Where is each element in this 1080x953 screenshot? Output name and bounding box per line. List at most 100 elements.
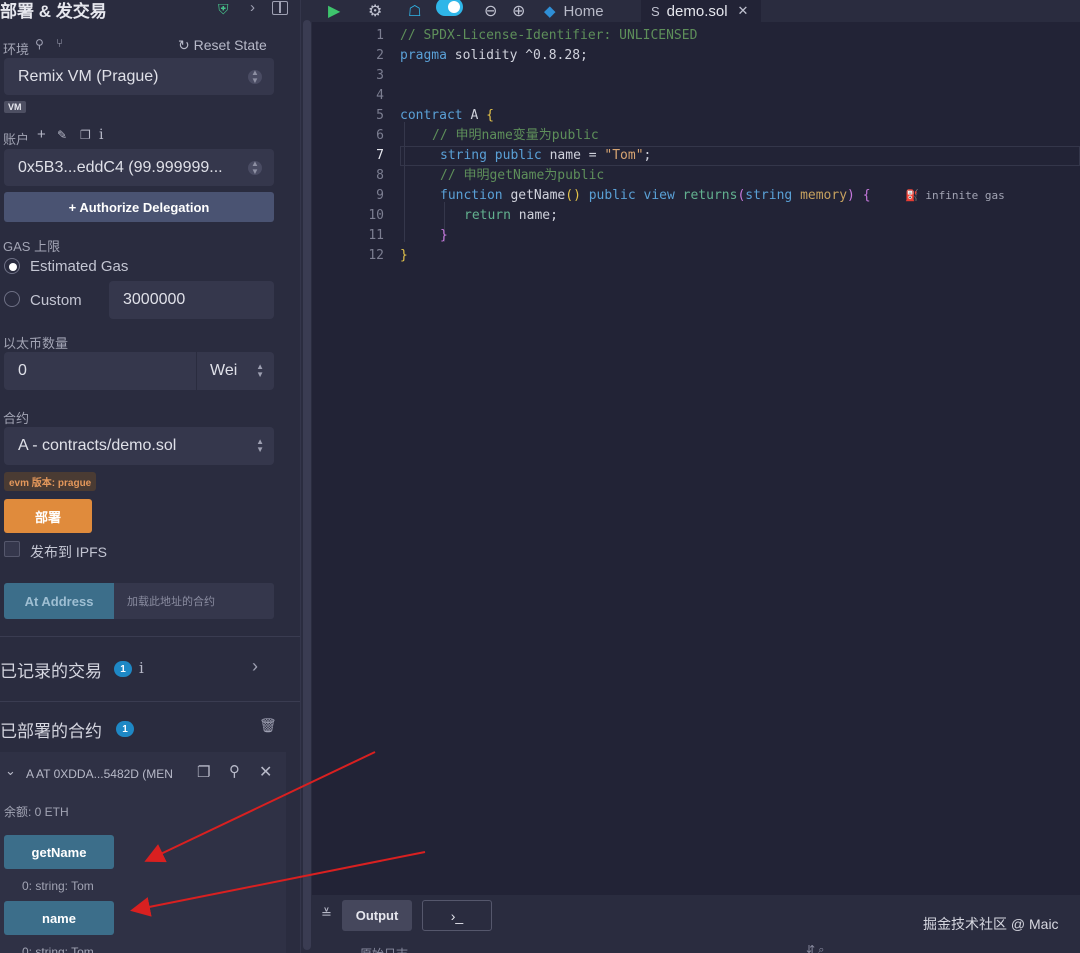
line-number: 8 [376,168,384,183]
at-address-input[interactable]: 加载此地址的合约 [114,583,274,619]
code-paren: ) [847,188,855,203]
environment-label: 环境 [3,42,30,57]
code-text: A [462,108,487,123]
tab-home[interactable]: ◆ Home [544,0,644,22]
code-line-10: return name; [464,206,558,226]
plug-icon[interactable]: ⚲ [35,37,44,51]
value-label: 以太币数量 [3,336,69,351]
deployed-count-badge: 1 [116,721,134,737]
account-select[interactable]: 0x5B3...eddC4 (99.999999... ▲ ▼ [4,149,274,186]
contract-value: A - contracts/demo.sol [18,437,177,454]
value-unit-select[interactable]: Wei ▲ ▼ [196,352,274,390]
code-comment: // 申明getName为public [440,168,605,183]
copy-icon[interactable]: ❐ [80,128,91,142]
deploy-button[interactable]: 部署 [4,499,92,533]
recorded-transactions-header[interactable]: 已记录的交易 1 i › [0,656,300,681]
editor-tab-bar: ▶ ⚙ ☖ ⊖ ⊕ ◆ Home S demo.sol ✕ [312,0,1080,22]
chevron-right-icon[interactable]: › [252,656,258,677]
chevron-right-icon[interactable]: › [250,0,255,16]
fork-icon[interactable]: ⑂ [56,36,63,50]
run-icon[interactable]: ▶ [328,0,340,22]
getname-button[interactable]: getName [4,835,114,869]
code-line-12: } [400,246,408,266]
publish-ipfs-checkbox[interactable] [4,541,20,557]
select-arrow-icon: ▲ ▼ [248,159,262,175]
code-line-6: // 申明name变量为public [432,126,599,146]
line-number: 10 [368,208,384,223]
code-editor[interactable]: 1 2 3 4 5 6 7 8 9 10 11 12 // SPDX-License-Identifi… [312,22,1080,895]
name-button[interactable]: name [4,901,114,935]
watermark: 掘金技术社区 @ Maic [923,916,1059,932]
contract-instance: ⌄ A AT 0XDDA...5482D (MEN ❐ ⚲ ✕ 余额: 0 ET… [0,752,286,953]
line-number: 7 [376,148,384,163]
contract-select[interactable]: A - contracts/demo.sol ▲ ▼ [4,427,274,465]
code-keyword: function [440,188,503,203]
info-icon[interactable]: i [99,127,103,143]
estimated-gas-radio[interactable] [4,258,20,274]
contract-label: 合约 [3,411,30,426]
custom-gas-radio[interactable] [4,291,20,307]
gas-pump-icon: ⛽ [905,189,926,202]
reset-state-button[interactable]: ↻ Reset State [178,37,267,54]
edit-icon[interactable]: ✎ [57,128,67,142]
info-icon[interactable]: i [139,659,144,677]
chevron-down-icon[interactable]: ⌄ [5,763,16,779]
zoom-in-icon[interactable]: ⊕ [512,0,525,22]
tab-demo-sol[interactable]: S demo.sol ✕ [641,0,761,22]
custom-gas-input[interactable]: 3000000 [109,281,274,319]
terminal-tab[interactable]: ›_ [422,900,492,931]
scrollbar-thumb[interactable] [303,20,311,950]
line-number: 2 [376,48,384,63]
environment-select[interactable]: Remix VM (Prague) ▲ ▼ [4,58,274,95]
zoom-out-icon[interactable]: ⊖ [484,0,497,22]
code-keyword: returns [682,188,738,203]
reset-state-label: Reset State [193,37,267,53]
bot-icon[interactable]: ☖ [408,0,421,22]
shield-icon[interactable]: ⛨ [218,1,229,18]
code-paren: () [565,188,581,203]
collapse-terminal-icon[interactable]: ≚ [321,906,332,922]
authorize-delegation-button[interactable]: + Authorize Delegation [4,192,274,222]
output-tab[interactable]: Output [342,900,412,931]
panel-layout-icon[interactable] [272,1,288,15]
refresh-icon: ↻ [178,37,194,53]
close-tab-icon[interactable]: ✕ [738,3,749,19]
code-keyword: pragma [400,48,447,63]
copy-address-icon[interactable]: ❐ [197,763,210,781]
code-keyword: public view [580,188,683,203]
code-keyword: return [464,208,511,223]
instance-title: A AT 0XDDA...5482D (MEN [26,767,173,781]
updown-icon: ▲ ▼ [256,437,264,454]
line-number: 3 [376,68,384,83]
updown-icon: ▲ ▼ [256,362,264,379]
code-text: solidity ^0.8.28; [446,48,588,63]
line-number: 9 [376,188,384,203]
code-type: string [440,148,487,163]
terminal-bar: ≚ Output ›_ 掘金技术社区 @ Maic 原始日志 ⇵ ⌕ [312,895,1080,953]
panel-scrollbar[interactable] [300,0,312,953]
account-label: 账户 [3,132,30,147]
home-tab-label: Home [563,2,604,20]
line-number: 5 [376,108,384,123]
indent-guide [404,122,405,242]
account-value: 0x5B3...eddC4 (99.999999... [18,158,223,176]
raw-log-label: 原始日志 [360,945,408,953]
code-brace: { [854,188,871,203]
close-icon[interactable]: ✕ [259,762,272,782]
toggle-switch[interactable] [436,0,463,16]
at-address-button[interactable]: At Address [4,583,114,619]
compile-settings-icon[interactable]: ⚙ [368,0,382,22]
add-account-icon[interactable]: + [37,126,46,143]
line-number: 4 [376,88,384,103]
gas-limit-label: GAS 上限 [3,239,61,254]
pin-icon[interactable]: ⚲ [229,762,240,780]
gas-hint-text: infinite gas [925,189,1005,202]
code-brace: } [400,248,408,263]
raw-log-icons[interactable]: ⇵ ⌕ [806,943,824,953]
code-brace: { [486,108,494,123]
trash-icon[interactable]: 🗑 [259,717,277,734]
getname-result: 0: string: Tom [22,879,94,893]
code-text: ; [643,148,652,163]
code-line-2: pragma solidity ^0.8.28; [400,46,588,66]
deployed-contracts-title: 已部署的合约 [0,722,102,741]
